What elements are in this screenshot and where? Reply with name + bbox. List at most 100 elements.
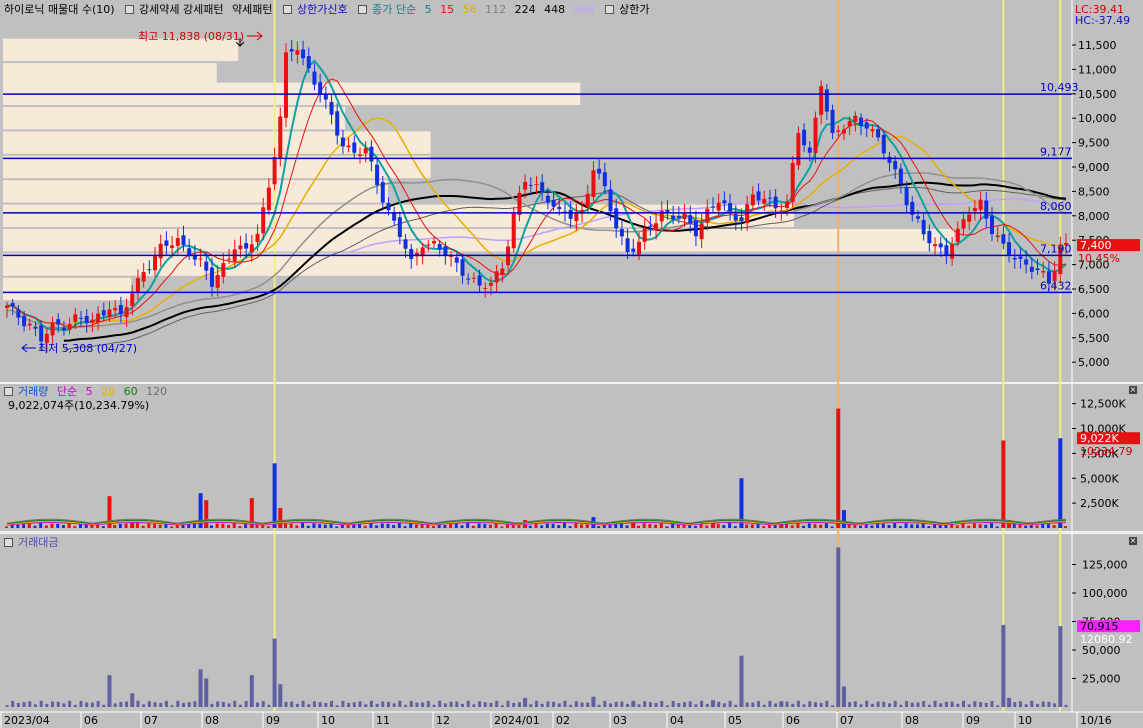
- price-tick-label: 10,000: [1078, 112, 1117, 125]
- x-axis-label: 11: [376, 714, 390, 727]
- amount-tick-label: 100,000: [1082, 587, 1128, 600]
- checkbox-icon[interactable]: [4, 538, 13, 547]
- amount-bar: [962, 700, 966, 707]
- candle-body: [175, 238, 180, 246]
- candle-body: [272, 156, 277, 185]
- amount-bar: [927, 704, 931, 707]
- volume-bar: [562, 523, 566, 528]
- amount-bar: [478, 701, 482, 707]
- checkbox-icon[interactable]: [283, 5, 292, 14]
- candle-body: [283, 52, 288, 118]
- volume-bar: [181, 524, 185, 528]
- volume-bar: [61, 525, 65, 528]
- volume-spike-bar: [836, 408, 841, 528]
- candle-body: [841, 129, 846, 134]
- amount-bar: [307, 704, 311, 707]
- volume-spike-bar: [841, 510, 846, 528]
- amount-spike-bar: [249, 675, 254, 707]
- candle-body: [164, 240, 169, 246]
- amount-spike-bar: [1058, 626, 1063, 707]
- candle-body: [113, 308, 118, 311]
- candle-body: [346, 145, 351, 148]
- candle-body: [312, 71, 317, 85]
- volume-bar: [984, 524, 988, 528]
- checkbox-icon[interactable]: [125, 5, 135, 14]
- volume-bar: [1064, 526, 1067, 528]
- volume-spike-bar: [278, 508, 283, 528]
- volume-bar: [124, 523, 128, 528]
- amount-bar: [648, 702, 652, 707]
- amount-spike-bar: [130, 693, 135, 707]
- amount-bar: [1030, 700, 1034, 707]
- candle-body: [853, 115, 858, 122]
- volume-bar: [893, 523, 897, 528]
- amount-bar: [56, 701, 60, 707]
- volume-bar: [420, 524, 424, 528]
- close-icon[interactable]: ×: [1129, 537, 1137, 545]
- close-icon[interactable]: ×: [1129, 386, 1137, 394]
- candle-body: [27, 323, 32, 326]
- checkbox-icon[interactable]: [605, 5, 615, 14]
- amount-bar: [210, 703, 214, 707]
- price-tick-label: 9,500: [1078, 137, 1110, 150]
- candle-body: [369, 146, 374, 162]
- volume-bar: [921, 523, 925, 528]
- amount-spike-bar: [198, 669, 203, 707]
- price-tick-label: 5,500: [1078, 332, 1110, 345]
- candle-body: [101, 310, 106, 316]
- amount-spike-bar: [278, 684, 283, 707]
- volume-bar: [927, 526, 931, 528]
- amount-spike-bar: [631, 701, 636, 707]
- amount-bar: [802, 704, 806, 707]
- amount-tag-value: 70,915: [1080, 620, 1119, 633]
- amount-bar: [352, 702, 356, 707]
- candle-body: [648, 225, 653, 227]
- candle-body: [819, 86, 824, 115]
- volume-bar: [705, 525, 709, 528]
- amount-bar: [45, 703, 49, 707]
- candle-body: [432, 240, 437, 244]
- amount-bar: [364, 704, 368, 707]
- candle-body: [631, 248, 636, 252]
- amount-bar: [734, 704, 738, 707]
- amount-bar: [261, 701, 265, 707]
- volume-bar: [22, 524, 26, 528]
- volume-bar: [67, 523, 71, 528]
- volume-bar: [887, 525, 891, 528]
- amount-bar: [956, 703, 960, 707]
- candle-body: [1018, 256, 1023, 259]
- volume-bar: [135, 523, 139, 528]
- price-tick-label: 6,500: [1078, 283, 1110, 296]
- volume-bar: [118, 523, 122, 528]
- amount-bar: [460, 703, 464, 707]
- candle-body: [898, 168, 903, 184]
- candle-body: [437, 244, 442, 250]
- candle-body: [528, 184, 533, 186]
- candle-body: [124, 307, 129, 318]
- amount-bar: [455, 701, 459, 707]
- candle-body: [1007, 242, 1012, 255]
- candle-body: [614, 208, 619, 229]
- candle-body: [483, 288, 488, 290]
- candle-body: [984, 200, 989, 219]
- amount-bar: [506, 700, 510, 707]
- amount-tag-ratio: 12080.92: [1080, 633, 1133, 646]
- checkbox-icon[interactable]: [4, 387, 13, 396]
- amount-bar: [1041, 701, 1045, 707]
- level-label: 6,432: [1040, 279, 1072, 292]
- amount-bar: [28, 701, 32, 707]
- candle-body: [568, 209, 573, 219]
- volume-bar: [876, 523, 880, 528]
- candle-body: [915, 216, 920, 219]
- volume-bar: [802, 525, 806, 528]
- checkbox-icon[interactable]: [358, 5, 368, 14]
- candle-body: [329, 102, 334, 115]
- amount-bar: [705, 703, 709, 707]
- volume-bar: [773, 525, 777, 528]
- amount-bar: [944, 701, 948, 707]
- volume-bar: [859, 525, 863, 528]
- ma-label: 종가 단순: [372, 3, 417, 16]
- candle-body: [608, 189, 613, 212]
- candle-body: [1029, 266, 1034, 272]
- candle-body: [705, 208, 710, 223]
